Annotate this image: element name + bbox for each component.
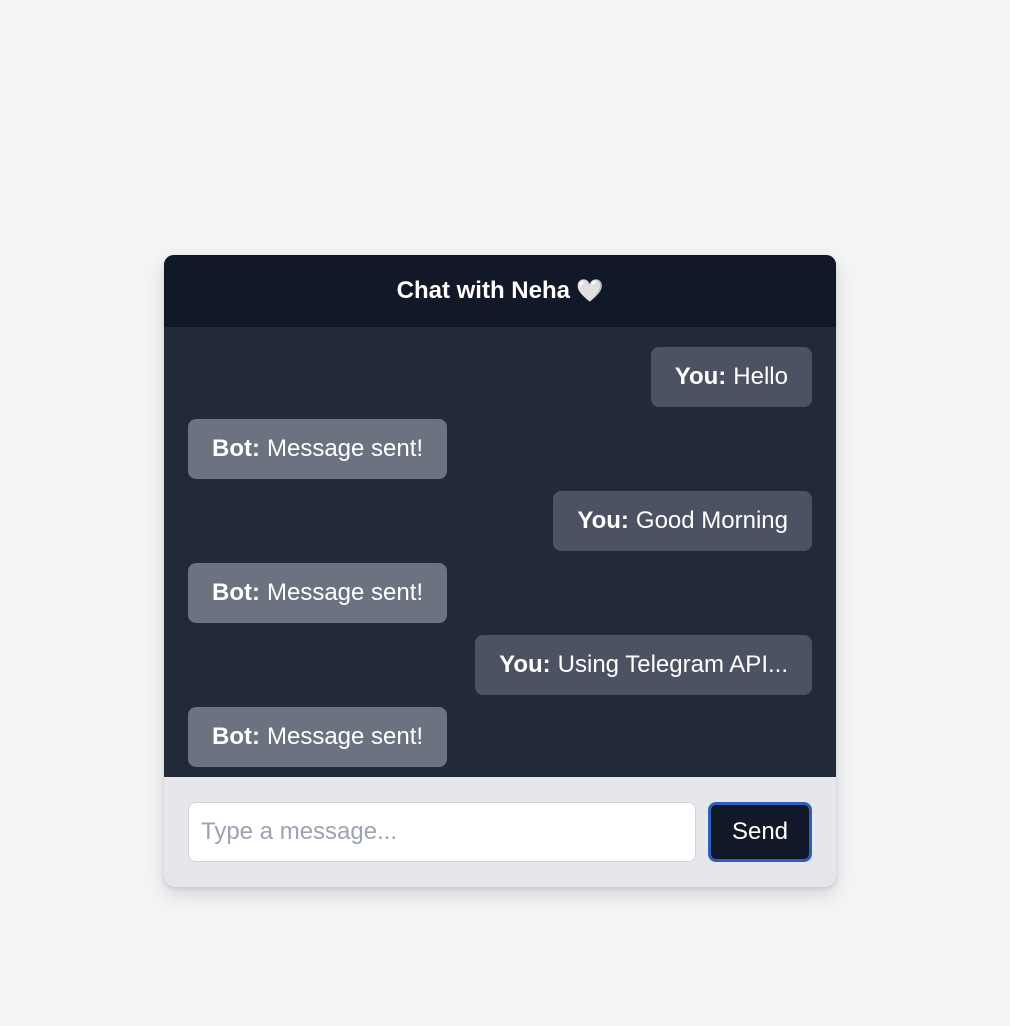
bot-message-bubble: Bot: Message sent! [188,707,448,767]
bot-message-bubble: Bot: Message sent! [188,563,448,623]
message-sender: Bot: [212,579,260,606]
message-row-bot: Bot: Message sent! [188,707,812,767]
user-message-bubble: You: Good Morning [553,491,812,551]
message-composer: Send [164,777,836,887]
message-row-bot: Bot: Message sent! [188,419,812,479]
user-message-bubble: You: Using Telegram API... [475,635,812,695]
message-text: Message sent! [266,435,424,462]
message-sender: You: [499,651,551,678]
message-sender: You: [577,507,629,534]
user-message-bubble: You: Hello [650,347,812,407]
message-sender: Bot: [212,723,260,750]
message-text: Hello [733,363,788,390]
message-sender: You: [674,363,727,390]
message-text: Message sent! [266,579,424,606]
chat-window: Chat with Neha 🤍 You: Hello Bot: Message… [164,255,836,887]
chat-title: Chat with Neha [396,277,570,304]
message-text: Good Morning [635,507,788,534]
message-input[interactable] [188,802,696,862]
white-heart-icon: 🤍 [575,278,604,303]
message-row-user: You: Using Telegram API... [188,635,812,695]
message-sender: Bot: [212,435,260,462]
send-button[interactable]: Send [708,802,812,862]
chat-header: Chat with Neha 🤍 [164,255,836,327]
message-list[interactable]: You: Hello Bot: Message sent! You: Good … [164,327,836,777]
message-row-user: You: Hello [188,347,812,407]
message-row-bot: Bot: Message sent! [188,563,812,623]
message-row-user: You: Good Morning [188,491,812,551]
message-text: Message sent! [266,723,424,750]
bot-message-bubble: Bot: Message sent! [188,419,448,479]
message-text: Using Telegram API... [557,651,788,678]
